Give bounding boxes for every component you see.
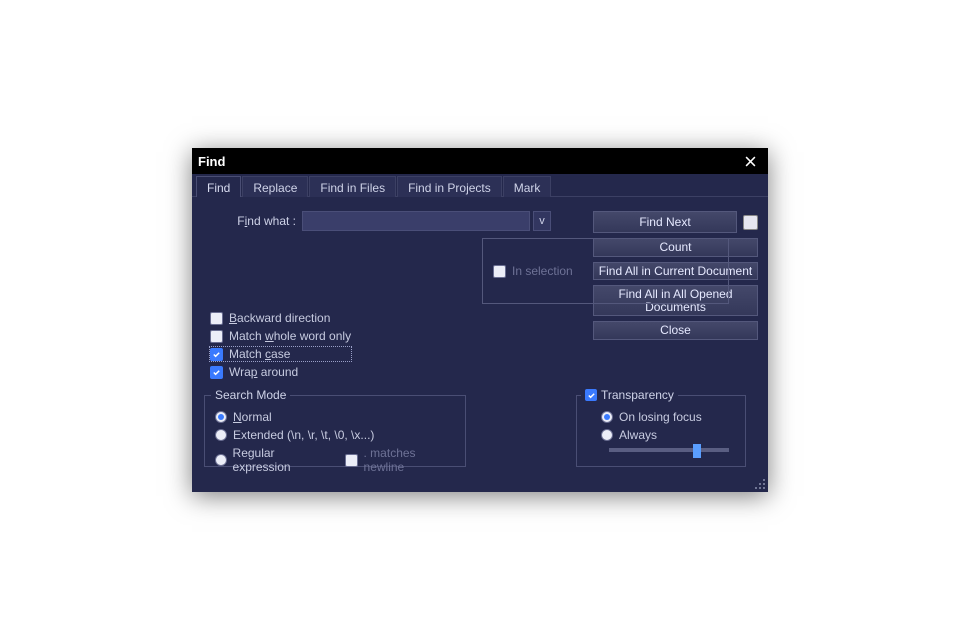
tab-mark[interactable]: Mark [503,176,552,197]
find-dialog: Find Find Replace Find in Files Find in … [192,148,768,492]
transparency-checkbox[interactable] [585,389,597,401]
tabstrip: Find Replace Find in Files Find in Proje… [192,176,768,197]
direction-toggle[interactable] [743,215,758,230]
tab-find-in-files[interactable]: Find in Files [309,176,396,197]
wrap-around-checkbox[interactable]: Wrap around [210,365,351,379]
search-mode-normal[interactable]: Normal [215,410,455,424]
tab-replace[interactable]: Replace [242,176,308,197]
in-selection-group: In selection [482,238,729,304]
tab-find-in-projects[interactable]: Find in Projects [397,176,502,197]
search-mode-legend: Search Mode [211,388,290,402]
transparency-on-losing-focus[interactable]: On losing focus [601,410,735,424]
backward-direction-checkbox[interactable]: Backward direction [210,311,351,325]
in-selection-checkbox[interactable] [493,265,506,278]
in-selection-label: In selection [512,264,573,278]
search-mode-group: Search Mode Normal Extended (\n, \r, \t,… [204,395,466,467]
matches-newline-checkbox[interactable] [345,454,357,467]
find-history-dropdown[interactable]: v [533,211,551,231]
find-what-input[interactable] [302,211,530,231]
search-mode-extended[interactable]: Extended (\n, \r, \t, \0, \x...) [215,428,455,442]
find-next-button[interactable]: Find Next [593,211,737,233]
transparency-legend[interactable]: Transparency [581,388,678,402]
slider-thumb[interactable] [693,444,701,458]
close-icon[interactable] [738,151,762,171]
transparency-group: Transparency On losing focus Always [576,395,746,467]
transparency-slider[interactable] [609,448,729,452]
find-what-label: Find what : [202,214,302,228]
match-whole-word-checkbox[interactable]: Match whole word only [210,329,351,343]
resize-grip-icon[interactable] [754,478,766,490]
close-button[interactable]: Close [593,321,758,340]
search-mode-regex[interactable]: Regular expression . matches newline [215,446,455,474]
dialog-title: Find [198,154,738,169]
transparency-always[interactable]: Always [601,428,735,442]
match-case-checkbox[interactable]: Match case [210,347,351,361]
tab-find[interactable]: Find [196,176,241,197]
titlebar: Find [192,148,768,174]
